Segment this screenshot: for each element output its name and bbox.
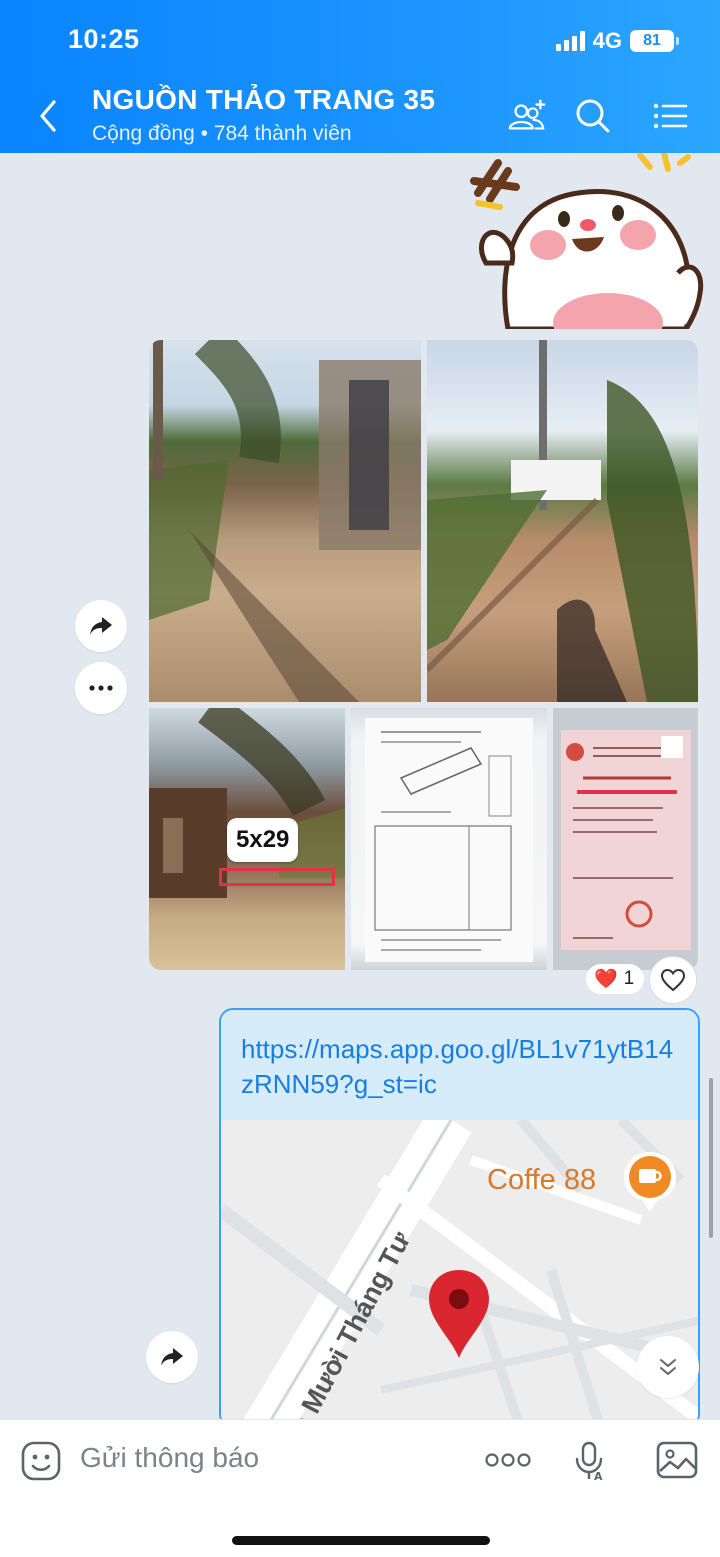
photo-road-2[interactable] [427, 340, 698, 702]
map-place-label: Coffe 88 [487, 1164, 597, 1196]
forward-button[interactable] [75, 600, 127, 652]
status-indicators: 4G 81 [555, 28, 679, 54]
photo-land-plot[interactable]: 5x29 [149, 708, 345, 970]
photo-land-document[interactable] [351, 708, 547, 970]
status-time: 10:25 [68, 24, 140, 54]
svg-text:A: A [594, 1470, 603, 1482]
page-title: NGUỒN THẢO TRANG 35 [92, 84, 436, 115]
emoji-sticker-icon[interactable] [20, 1440, 62, 1482]
photo-road-1[interactable] [149, 340, 421, 702]
battery-icon: 81 [630, 30, 679, 52]
photo-land-certificate[interactable] [553, 708, 698, 970]
plot-size-label: 5x29 [227, 818, 299, 862]
more-options-button[interactable] [75, 662, 127, 714]
network-type: 4G [592, 28, 622, 53]
sticker-image[interactable] [468, 153, 708, 329]
react-button[interactable] [649, 956, 697, 1004]
image-gallery-icon[interactable] [656, 1440, 698, 1480]
forward-link-button[interactable] [146, 1331, 198, 1383]
signal-icon [555, 31, 585, 51]
chat-scrollbar[interactable] [709, 1078, 713, 1238]
chevron-double-down-icon [660, 1359, 676, 1375]
map-link-url[interactable]: https://maps.app.goo.gl/BL1v71ytB14zRNN5… [221, 1010, 698, 1120]
reaction-badge[interactable]: ❤️ 1 [586, 964, 645, 994]
cafe-marker-icon[interactable] [622, 1150, 678, 1216]
forward-icon [90, 617, 112, 635]
heart-reaction-icon: ❤️ [594, 969, 618, 990]
add-member-icon[interactable] [506, 96, 548, 136]
back-icon[interactable] [34, 96, 64, 136]
map-preview[interactable]: Coffe 88 a Mười Tháng Tư [221, 1120, 698, 1419]
more-icon [89, 685, 113, 691]
chat-area[interactable]: 5x29 ❤️ 1 https://maps.app.goo.gl/BL1v71… [0, 153, 720, 1419]
map-link-card[interactable]: https://maps.app.goo.gl/BL1v71ytB14zRNN5… [219, 1008, 700, 1419]
chat-header: 10:25 4G 81 NGUỒN THẢO TRANG 35 Cộng đồn… [0, 0, 720, 153]
more-options-icon[interactable] [484, 1452, 532, 1468]
group-subtitle: Cộng đồng • 784 thành viên [92, 122, 352, 145]
menu-icon[interactable] [650, 96, 692, 136]
forward-icon [161, 1348, 183, 1366]
message-input[interactable]: Gửi thông báo [80, 1442, 259, 1474]
heart-outline-icon [660, 968, 686, 992]
home-indicator [232, 1536, 490, 1545]
voice-microphone-icon[interactable]: A [572, 1440, 608, 1482]
battery-level: 81 [643, 32, 661, 49]
search-icon[interactable] [572, 96, 614, 136]
scroll-to-bottom-button[interactable] [637, 1336, 699, 1398]
message-input-bar: Gửi thông báo A [0, 1419, 720, 1557]
reaction-count: 1 [623, 968, 635, 989]
location-pin-icon [429, 1270, 489, 1358]
plot-highlight [219, 868, 335, 886]
